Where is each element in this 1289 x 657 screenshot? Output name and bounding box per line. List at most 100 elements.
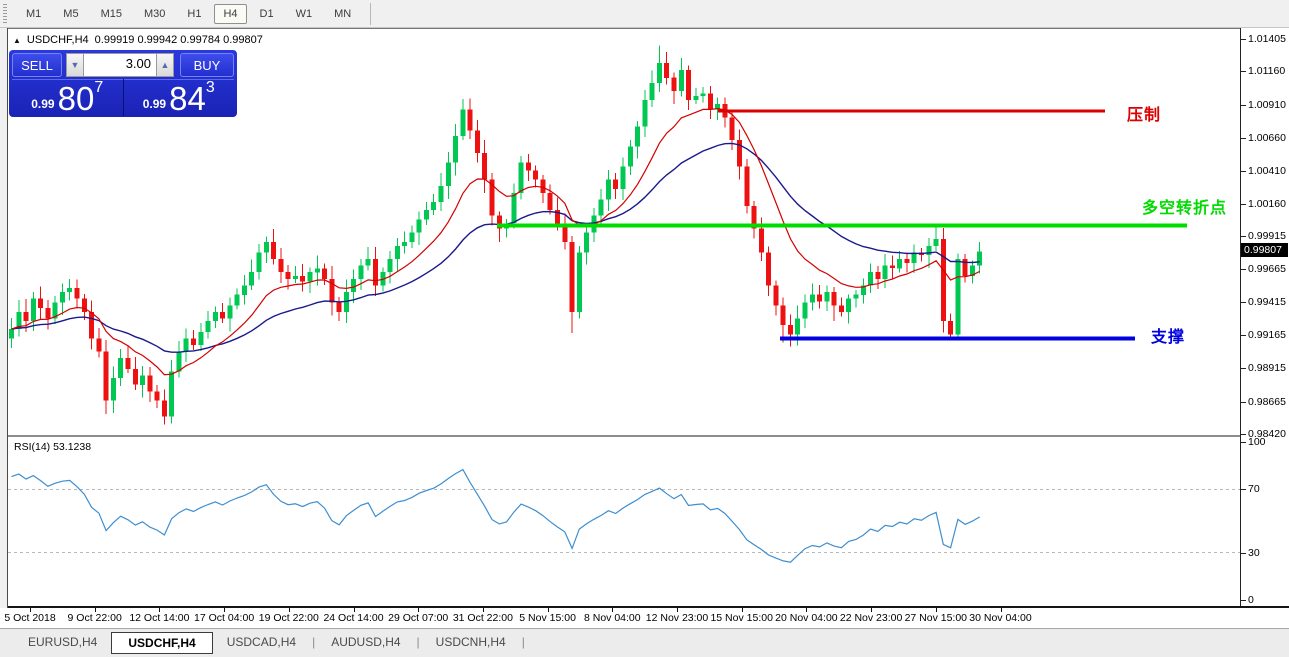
price-axis-tick	[1241, 71, 1246, 72]
volume-input[interactable]: 3.00	[84, 53, 156, 77]
volume-decrease-button[interactable]: ▼	[66, 53, 84, 77]
time-axis-tick	[483, 608, 484, 612]
chart-tabs-bar: EURUSD,H4USDCHF,H4USDCAD,H4|AUDUSD,H4|US…	[0, 628, 1289, 657]
collapse-chart-icon[interactable]: ▲	[13, 36, 21, 45]
price-axis-tick	[1241, 402, 1246, 403]
price-axis-tick	[1241, 302, 1246, 303]
resistance-label: 压制	[1127, 101, 1161, 125]
rsi-axis-tick	[1241, 553, 1246, 554]
tab-usdchf-h4[interactable]: USDCHF,H4	[111, 632, 212, 654]
sell-price-prefix: 0.99	[31, 94, 54, 114]
support-label: 支撑	[1151, 323, 1185, 347]
time-axis-label: 31 Oct 22:00	[453, 612, 513, 624]
price-axis-label: 0.99415	[1248, 296, 1286, 308]
toolbar-grip-handle[interactable]	[3, 4, 7, 24]
timeframe-toolbar: M1M5M15M30H1H4D1W1MN	[0, 0, 1289, 28]
time-axis-label: 27 Nov 15:00	[905, 612, 967, 624]
tab-separator: |	[415, 632, 422, 652]
price-axis-tick	[1241, 171, 1246, 172]
price-axis-tick	[1241, 368, 1246, 369]
time-axis-tick	[1001, 608, 1002, 612]
rsi-axis-label: 70	[1248, 483, 1260, 495]
price-axis-label: 1.00410	[1248, 165, 1286, 177]
chart-title: ▲ USDCHF,H4 0.99919 0.99942 0.99784 0.99…	[13, 34, 263, 46]
time-axis-tick	[95, 608, 96, 612]
time-axis-label: 12 Nov 23:00	[646, 612, 708, 624]
sell-price-big: 80	[58, 84, 95, 114]
time-axis-tick	[612, 608, 613, 612]
tab-audusd-h4[interactable]: AUDUSD,H4	[317, 632, 414, 652]
tab-usdcnh-h4[interactable]: USDCNH,H4	[422, 632, 520, 652]
time-axis-tick	[677, 608, 678, 612]
timeframe-button-mn[interactable]: MN	[325, 4, 360, 24]
price-chart-pane[interactable]: ▲ USDCHF,H4 0.99919 0.99942 0.99784 0.99…	[8, 28, 1240, 435]
price-axis-label: 1.00660	[1248, 132, 1286, 144]
price-axis-label: 0.99665	[1248, 263, 1286, 275]
time-axis-label: 24 Oct 14:00	[323, 612, 383, 624]
time-axis-label: 5 Nov 15:00	[519, 612, 576, 624]
rsi-axis-label: 100	[1248, 436, 1266, 448]
timeframe-button-h4[interactable]: H4	[214, 4, 246, 24]
time-axis-tick	[936, 608, 937, 612]
time-axis-tick	[418, 608, 419, 612]
buy-price-prefix: 0.99	[143, 94, 166, 114]
time-axis-label: 29 Oct 07:00	[388, 612, 448, 624]
time-axis-tick	[354, 608, 355, 612]
time-axis-label: 20 Nov 04:00	[775, 612, 837, 624]
one-click-trading-panel: SELL ▼ 3.00 ▲ BUY 0.99807 0.99843	[9, 50, 237, 117]
pivot-label: 多空转折点	[1142, 194, 1227, 218]
time-axis-tick	[159, 608, 160, 612]
time-axis-label: 22 Nov 23:00	[840, 612, 902, 624]
tab-eurusd-h4[interactable]: EURUSD,H4	[14, 632, 111, 652]
price-axis-tick	[1241, 236, 1246, 237]
price-axis-label: 0.98665	[1248, 396, 1286, 408]
buy-button[interactable]: BUY	[180, 53, 234, 77]
time-axis-tick	[806, 608, 807, 612]
buy-price-big: 84	[169, 84, 206, 114]
price-axis-label: 0.99165	[1248, 329, 1286, 341]
buy-price-sup: 3	[206, 81, 215, 95]
price-axis-tick	[1241, 269, 1246, 270]
price-axis-tick	[1241, 105, 1246, 106]
rsi-axis-tick	[1241, 600, 1246, 601]
time-axis-label: 30 Nov 04:00	[969, 612, 1031, 624]
timeframe-button-h1[interactable]: H1	[178, 4, 210, 24]
price-axis-label: 0.99915	[1248, 230, 1286, 242]
sell-price-sup: 7	[94, 81, 103, 95]
price-axis-label: 0.98915	[1248, 362, 1286, 374]
price-axis-label: 1.00160	[1248, 198, 1286, 210]
rsi-chart[interactable]	[8, 437, 1240, 606]
window-edge	[0, 28, 8, 628]
price-axis-tick	[1241, 138, 1246, 139]
time-axis-tick	[871, 608, 872, 612]
price-axis-tick	[1241, 434, 1246, 435]
timeframe-button-m5[interactable]: M5	[54, 4, 87, 24]
rsi-axis-tick	[1241, 489, 1246, 490]
timeframe-button-d1[interactable]: D1	[251, 4, 283, 24]
rsi-indicator-pane[interactable]: RSI(14) 53.1238	[8, 437, 1240, 606]
price-axis: 1.014051.011601.009101.006601.004101.001…	[1240, 28, 1289, 607]
toolbar-separator	[370, 3, 371, 25]
price-axis-label: 1.01405	[1248, 33, 1286, 45]
timeframe-buttons: M1M5M15M30H1H4D1W1MN	[15, 4, 362, 24]
tab-separator: |	[520, 632, 527, 652]
time-axis-label: 15 Nov 15:00	[710, 612, 772, 624]
timeframe-button-m15[interactable]: M15	[92, 4, 131, 24]
timeframe-button-w1[interactable]: W1	[287, 4, 322, 24]
time-axis-label: 9 Oct 22:00	[68, 612, 122, 624]
price-axis-tick	[1241, 204, 1246, 205]
sell-price-display[interactable]: 0.99807	[12, 79, 123, 116]
rsi-axis-label: 0	[1248, 594, 1254, 606]
timeframe-button-m1[interactable]: M1	[17, 4, 50, 24]
time-axis-tick	[224, 608, 225, 612]
timeframe-button-m30[interactable]: M30	[135, 4, 174, 24]
sell-button[interactable]: SELL	[12, 53, 62, 77]
price-axis-label: 1.00910	[1248, 99, 1286, 111]
rsi-axis-label: 30	[1248, 547, 1260, 559]
volume-increase-button[interactable]: ▲	[156, 53, 174, 77]
tab-separator: |	[310, 632, 317, 652]
buy-price-display[interactable]: 0.99843	[124, 79, 235, 116]
price-axis-tick	[1241, 39, 1246, 40]
tab-usdcad-h4[interactable]: USDCAD,H4	[213, 632, 310, 652]
price-axis-tick	[1241, 335, 1246, 336]
